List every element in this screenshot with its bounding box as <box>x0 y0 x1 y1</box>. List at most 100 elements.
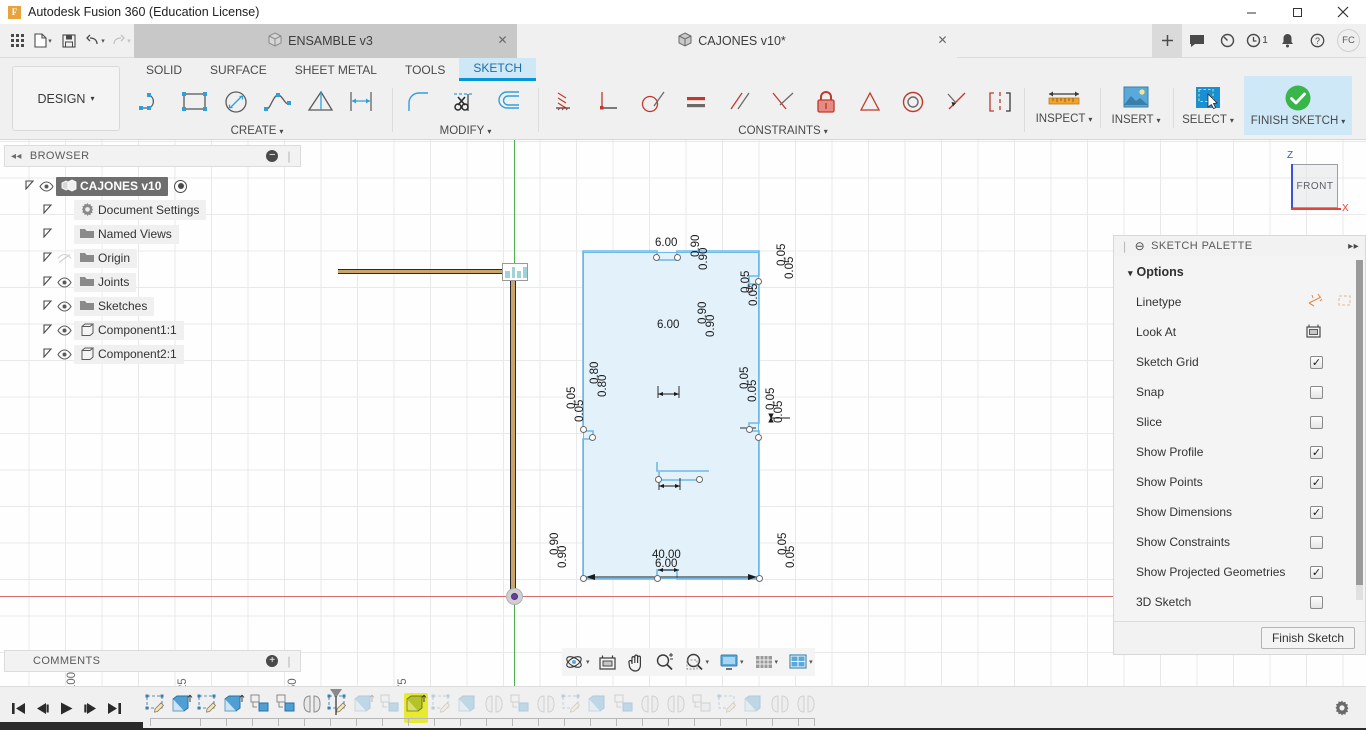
ribbon-tab-sheet-metal[interactable]: SHEET METAL <box>281 58 391 81</box>
visibility-eye-icon[interactable] <box>54 276 74 288</box>
visibility-eye-off-icon[interactable] <box>54 253 74 264</box>
dimension-text[interactable]: 0.90 <box>557 546 569 568</box>
finish-sketch-button[interactable]: FINISH SKETCH ▾ <box>1244 76 1352 135</box>
slice-checkbox[interactable] <box>1310 415 1323 429</box>
dimension-text[interactable]: 0.05 <box>773 401 785 423</box>
visibility-eye-icon[interactable] <box>54 324 74 336</box>
horizontal-vertical-icon[interactable] <box>544 81 587 123</box>
close-button[interactable] <box>1320 0 1366 24</box>
panel-grip-icon[interactable]: ❘ <box>284 150 294 163</box>
notifications-bell-icon[interactable] <box>1272 24 1302 58</box>
workspace-selector[interactable]: DESIGN ▾ <box>12 66 120 131</box>
dimension-text[interactable]: 0.80 <box>597 375 609 397</box>
grid-snaps-icon[interactable]: ▾ <box>752 649 781 675</box>
palette-row-show-profile[interactable]: Show Profile ✓ <box>1114 437 1365 467</box>
concentric-icon[interactable] <box>892 81 935 123</box>
palette-row-sketch-grid[interactable]: Sketch Grid ✓ <box>1114 347 1365 377</box>
equal-icon[interactable] <box>674 81 717 123</box>
palette-row-slice[interactable]: Slice <box>1114 407 1365 437</box>
dimension-text[interactable]: 0.05 <box>784 257 796 279</box>
fillet-icon[interactable] <box>398 81 442 123</box>
redo-icon[interactable]: ▾ <box>108 26 134 56</box>
dimension-icon[interactable] <box>340 81 382 123</box>
show-profile-checkbox[interactable]: ✓ <box>1310 445 1323 459</box>
projected-vertical-edge[interactable] <box>510 271 516 596</box>
look-at-icon[interactable] <box>1305 323 1322 342</box>
expand-triangle-icon[interactable] <box>22 179 36 193</box>
undo-icon[interactable]: ▾ <box>82 26 108 56</box>
panel-grip-icon[interactable]: ❘ <box>284 655 294 668</box>
sketch-profile-region[interactable] <box>583 252 759 579</box>
dimension-text[interactable]: 6.00 <box>657 319 679 331</box>
snap-checkbox[interactable] <box>1310 385 1323 399</box>
expand-triangle-icon[interactable] <box>40 227 54 241</box>
sketch-grid-checkbox[interactable]: ✓ <box>1310 355 1323 369</box>
close-icon[interactable]: ✕ <box>936 33 949 47</box>
close-icon[interactable]: ✕ <box>496 33 509 47</box>
look-at-icon[interactable] <box>596 649 619 675</box>
perpendicular-icon[interactable] <box>587 81 630 123</box>
midpoint-icon[interactable] <box>848 81 891 123</box>
expand-triangle-icon[interactable] <box>40 251 54 265</box>
projected-geometry-icon[interactable] <box>1336 293 1353 311</box>
tree-item-origin[interactable]: Origin <box>4 246 301 270</box>
palette-row-show-dimensions[interactable]: Show Dimensions ✓ <box>1114 497 1365 527</box>
spline-icon[interactable] <box>257 81 299 123</box>
pan-hand-icon[interactable] <box>625 649 647 675</box>
activate-component-radio[interactable] <box>174 179 188 193</box>
3d-sketch-checkbox[interactable] <box>1310 595 1323 609</box>
comments-header[interactable]: COMMENTS + ❘ <box>4 650 301 672</box>
panel-label-create[interactable]: CREATE ▾ <box>132 123 382 139</box>
palette-row-3d-sketch[interactable]: 3D Sketch <box>1114 587 1365 617</box>
trim-scissors-icon[interactable] <box>442 81 486 123</box>
dimension-text[interactable]: 0.05 <box>785 546 797 568</box>
dimension-text[interactable]: 0.05 <box>748 284 760 306</box>
go-to-end-icon[interactable] <box>102 693 126 723</box>
parallel-icon[interactable] <box>718 81 761 123</box>
show-dimensions-checkbox[interactable]: ✓ <box>1310 505 1323 519</box>
tree-item-joints[interactable]: Joints <box>4 270 301 294</box>
avatar[interactable]: FC <box>1337 29 1360 52</box>
dimension-text[interactable]: 0.05 <box>747 380 759 402</box>
palette-row-show-projected-geometries[interactable]: Show Projected Geometries ✓ <box>1114 557 1365 587</box>
dimension-text[interactable]: 0.05 <box>574 400 586 422</box>
app-grid-icon[interactable] <box>4 26 30 56</box>
expand-triangle-icon[interactable] <box>40 347 54 361</box>
step-forward-icon[interactable] <box>78 693 102 723</box>
panel-grip-icon[interactable]: ❘ <box>1120 240 1130 253</box>
dimension-text[interactable]: 6.00 <box>655 558 677 570</box>
minimize-button[interactable] <box>1228 0 1274 24</box>
tree-item-component2[interactable]: Component2:1 <box>4 342 301 366</box>
projected-component-profile[interactable] <box>502 263 528 281</box>
ribbon-tab-sketch[interactable]: SKETCH <box>459 58 537 81</box>
expand-triangle-icon[interactable] <box>40 275 54 289</box>
dimension-text[interactable]: 0.90 <box>705 315 717 337</box>
zoom-icon[interactable] <box>653 649 677 675</box>
zoom-window-icon[interactable]: ▾ <box>683 649 712 675</box>
timeline-settings-gear-icon[interactable] <box>1328 694 1356 722</box>
ribbon-tab-solid[interactable]: SOLID <box>132 58 196 81</box>
line-icon[interactable] <box>132 81 174 123</box>
palette-row-linetype[interactable]: Linetype <box>1114 287 1365 317</box>
palette-row-look-at[interactable]: Look At <box>1114 317 1365 347</box>
inspect-button[interactable]: INSPECT ▾ <box>1028 76 1100 135</box>
collapse-icon[interactable]: ◂◂ <box>11 151 22 162</box>
minimize-panel-icon[interactable]: ⊖ <box>1135 239 1145 253</box>
tangent-icon[interactable] <box>631 81 674 123</box>
new-document-tab-button[interactable] <box>1152 23 1182 58</box>
palette-section-options[interactable]: ▾ Options <box>1114 262 1365 287</box>
insert-button[interactable]: INSERT ▾ <box>1100 76 1172 135</box>
polygon-icon[interactable] <box>299 81 341 123</box>
play-icon[interactable] <box>54 693 78 723</box>
recent-activity-icon[interactable]: 1 <box>1242 24 1272 58</box>
show-projected-geometries-checkbox[interactable]: ✓ <box>1310 565 1323 579</box>
minimize-panel-icon[interactable]: − <box>266 150 279 162</box>
ribbon-tab-tools[interactable]: TOOLS <box>391 58 459 81</box>
expand-triangle-icon[interactable] <box>40 299 54 313</box>
offset-icon[interactable] <box>486 81 530 123</box>
add-comment-icon[interactable]: + <box>266 655 279 667</box>
dimension-text[interactable]: 0.90 <box>698 248 710 270</box>
visibility-eye-icon[interactable] <box>36 180 56 192</box>
orbit-icon[interactable]: ▾ <box>562 649 592 675</box>
finish-sketch-palette-button[interactable]: Finish Sketch <box>1260 627 1355 649</box>
